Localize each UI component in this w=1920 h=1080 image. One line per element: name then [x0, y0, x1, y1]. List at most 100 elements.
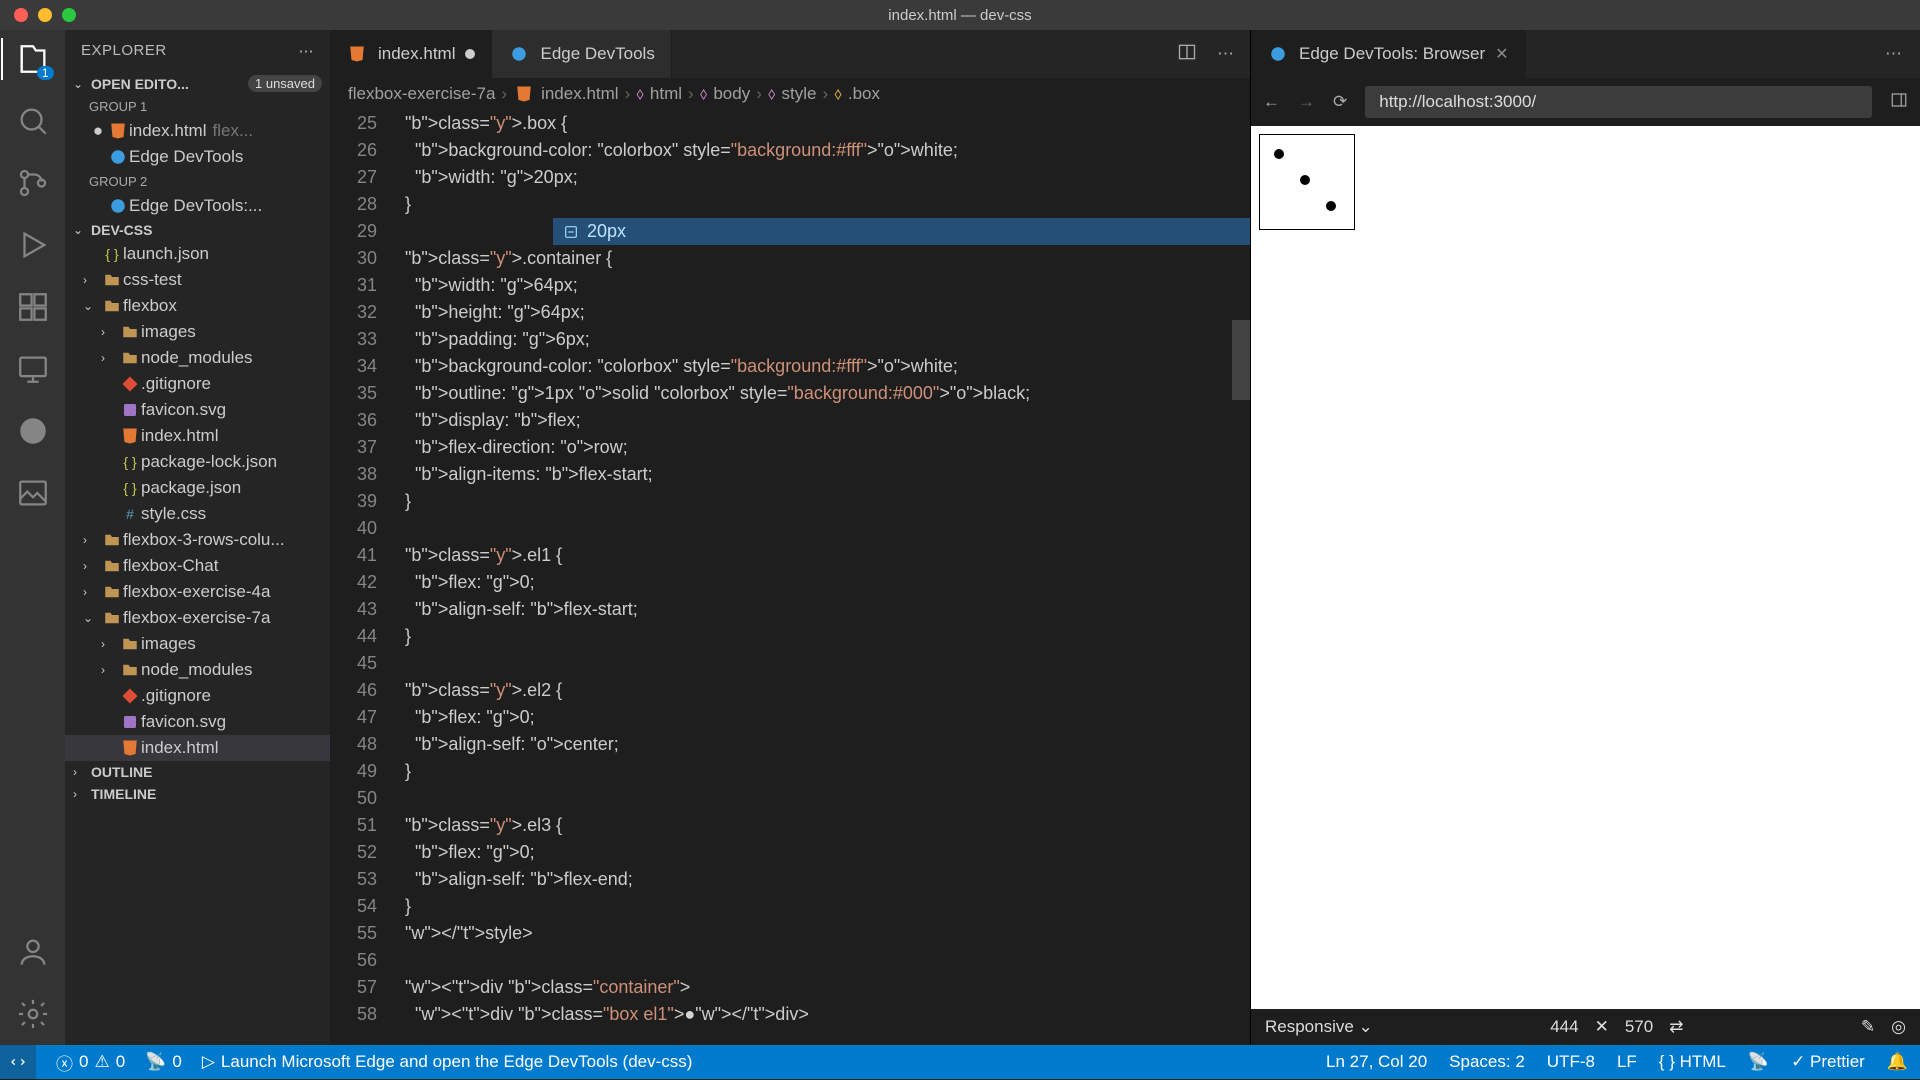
explorer-icon[interactable]: 1 — [16, 42, 50, 76]
css-icon: # — [119, 506, 141, 522]
folder-item[interactable]: ›flexbox-3-rows-colu... — [65, 527, 330, 553]
open-editor-item[interactable]: Edge DevTools:... — [65, 193, 330, 219]
search-icon[interactable] — [16, 104, 50, 138]
outline-header[interactable]: ›OUTLINE — [65, 761, 330, 783]
json-icon: { } — [101, 246, 123, 262]
file-item[interactable]: index.html — [65, 735, 330, 761]
folder-item[interactable]: ⌄flexbox-exercise-7a — [65, 605, 330, 631]
file-item[interactable]: .gitignore — [65, 371, 330, 397]
url-bar[interactable]: http://localhost:3000/ — [1365, 86, 1872, 118]
extensions-icon[interactable] — [16, 290, 50, 324]
image-icon[interactable] — [16, 476, 50, 510]
indent-button[interactable]: Spaces: 2 — [1449, 1052, 1525, 1072]
window-controls — [0, 8, 76, 22]
more-actions-icon[interactable]: ⋯ — [1885, 44, 1902, 64]
tab-index-html[interactable]: index.html — [330, 30, 492, 78]
scrollbar[interactable] — [1232, 320, 1250, 400]
fold-icon — [101, 271, 123, 289]
open-editors-header[interactable]: ⌄ OPEN EDITO... 1 unsaved — [65, 72, 330, 95]
json-icon: { } — [119, 454, 141, 470]
editor: index.html Edge DevTools ⋯ flexbox-exerc… — [330, 30, 1250, 1045]
file-item[interactable]: { }package.json — [65, 475, 330, 501]
eol-button[interactable]: LF — [1617, 1052, 1637, 1072]
launch-button[interactable]: ▷ Launch Microsoft Edge and open the Edg… — [202, 1052, 693, 1072]
edit-icon[interactable]: ✎ — [1861, 1017, 1875, 1037]
status-bar: ⓧ 0 ⚠ 0 📡 0 ▷ Launch Microsoft Edge and … — [0, 1045, 1920, 1079]
file-item[interactable]: #style.css — [65, 501, 330, 527]
group-1-label: GROUP 1 — [65, 95, 330, 118]
browser-preview[interactable] — [1251, 126, 1920, 1009]
file-item[interactable]: .gitignore — [65, 683, 330, 709]
folder-item[interactable]: ›css-test — [65, 267, 330, 293]
folder-item[interactable]: ›images — [65, 631, 330, 657]
folder-item[interactable]: ›node_modules — [65, 345, 330, 371]
minimize-icon[interactable] — [38, 8, 52, 22]
live-icon[interactable]: 📡 — [1748, 1052, 1769, 1072]
encoding-button[interactable]: UTF-8 — [1547, 1052, 1595, 1072]
autocomplete-popup[interactable]: 20px — [553, 218, 1250, 245]
folder-item[interactable]: ›node_modules — [65, 657, 330, 683]
fold-icon — [119, 661, 141, 679]
file-item[interactable]: { }package-lock.json — [65, 449, 330, 475]
html-icon — [119, 427, 141, 445]
folder-item[interactable]: ›images — [65, 319, 330, 345]
project-header[interactable]: ⌄ DEV-CSS — [65, 219, 330, 241]
remote-button[interactable] — [0, 1045, 36, 1079]
viewport-width[interactable]: 444 — [1550, 1017, 1578, 1037]
html-file-icon — [346, 45, 368, 63]
open-editor-item[interactable]: ● index.html flex... — [65, 118, 330, 144]
timeline-header[interactable]: ›TIMELINE — [65, 783, 330, 805]
html-file-icon — [513, 85, 535, 103]
reload-icon[interactable]: ⟳ — [1333, 92, 1347, 112]
close-icon[interactable]: ✕ — [1495, 44, 1508, 64]
maximize-icon[interactable] — [62, 8, 76, 22]
close-icon[interactable]: ✕ — [1595, 1017, 1609, 1037]
target-icon[interactable]: ◎ — [1891, 1017, 1906, 1037]
tab-browser[interactable]: Edge DevTools: Browser ✕ — [1251, 30, 1526, 78]
code-editor[interactable]: 2526272829303132333435363738394041424344… — [330, 110, 1250, 1045]
remote-explorer-icon[interactable] — [16, 352, 50, 386]
sidebar-more-icon[interactable]: ⋯ — [299, 42, 315, 60]
edge-icon — [1267, 45, 1289, 63]
cursor-position[interactable]: Ln 27, Col 20 — [1326, 1052, 1427, 1072]
open-editor-item[interactable]: Edge DevTools — [65, 144, 330, 170]
prettier-button[interactable]: ✓ Prettier — [1791, 1052, 1865, 1072]
rotate-icon[interactable]: ⇄ — [1669, 1017, 1683, 1037]
edge-icon — [107, 197, 129, 215]
fold-icon — [101, 531, 123, 549]
ports-button[interactable]: 📡 0 — [145, 1052, 182, 1072]
folder-item[interactable]: ›flexbox-exercise-4a — [65, 579, 330, 605]
run-debug-icon[interactable] — [16, 228, 50, 262]
split-editor-icon[interactable] — [1177, 42, 1197, 67]
browser-toolbar: ← → ⟳ http://localhost:3000/ — [1251, 78, 1920, 126]
folder-item[interactable]: ⌄flexbox — [65, 293, 330, 319]
account-icon[interactable] — [16, 935, 50, 969]
more-actions-icon[interactable]: ⋯ — [1217, 44, 1234, 64]
sidebar-title: EXPLORER — [81, 42, 167, 60]
responsive-bar: Responsive ⌄ 444 ✕ 570 ⇄ ✎ ◎ — [1251, 1009, 1920, 1045]
edge-tools-icon[interactable] — [16, 414, 50, 448]
breadcrumb[interactable]: flexbox-exercise-7a› index.html› ⬨html› … — [330, 78, 1250, 110]
gear-icon[interactable] — [16, 997, 50, 1031]
json-icon: { } — [119, 480, 141, 496]
file-item[interactable]: favicon.svg — [65, 709, 330, 735]
bell-icon[interactable]: 🔔 — [1887, 1052, 1908, 1072]
fold-icon — [101, 297, 123, 315]
source-control-icon[interactable] — [16, 166, 50, 200]
edge-icon — [107, 148, 129, 166]
file-item[interactable]: index.html — [65, 423, 330, 449]
forward-icon[interactable]: → — [1298, 92, 1315, 112]
file-item[interactable]: favicon.svg — [65, 397, 330, 423]
responsive-dropdown[interactable]: Responsive ⌄ — [1265, 1017, 1373, 1037]
folder-item[interactable]: ›flexbox-Chat — [65, 553, 330, 579]
tab-bar: index.html Edge DevTools ⋯ — [330, 30, 1250, 78]
viewport-height[interactable]: 570 — [1625, 1017, 1653, 1037]
tab-edge-devtools[interactable]: Edge DevTools — [492, 30, 671, 78]
code-lines[interactable]: 20px "b">class="y">.box { "b">background… — [405, 110, 1250, 1045]
language-button[interactable]: { } HTML — [1659, 1052, 1726, 1072]
dock-icon[interactable] — [1890, 91, 1908, 114]
back-icon[interactable]: ← — [1263, 92, 1280, 112]
file-item[interactable]: { }launch.json — [65, 241, 330, 267]
close-icon[interactable] — [14, 8, 28, 22]
errors-button[interactable]: ⓧ 0 ⚠ 0 — [56, 1050, 125, 1075]
